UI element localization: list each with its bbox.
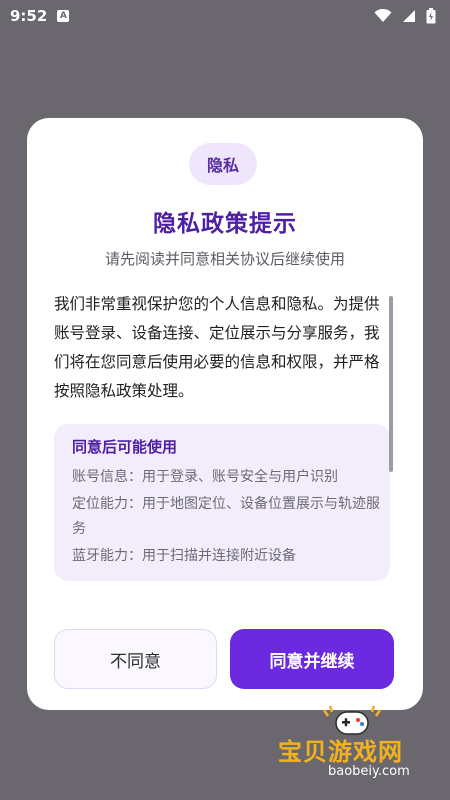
policy-scroll-area[interactable]: 我们非常重视保护您的个人信息和隐私。为提供账号登录、设备连接、定位展示与分享服务… xyxy=(54,290,394,606)
status-time: 9:52 xyxy=(10,7,48,25)
usage-item-location: 定位能力：用于地图定位、设备位置展示与轨迹服务 xyxy=(72,496,380,537)
dialog-subtitle: 请先阅读并同意相关协议后继续使用 xyxy=(104,250,345,268)
usage-title: 同意后可能使用 xyxy=(72,438,178,456)
status-right xyxy=(374,8,436,24)
watermark-logo: 宝贝游戏网 baobeiy.com xyxy=(270,705,440,788)
signal-icon xyxy=(403,10,415,22)
agree-continue-button[interactable]: 同意并继续 xyxy=(230,629,394,689)
disagree-button[interactable]: 不同意 xyxy=(54,629,217,689)
usage-item-account: 账号信息：用于登录、账号安全与用户识别 xyxy=(72,469,338,485)
usage-item-bluetooth: 蓝牙能力：用于扫描并连接附近设备 xyxy=(72,548,296,564)
usage-info-box: 同意后可能使用 账号信息：用于登录、账号安全与用户识别 定位能力：用于地图定位、… xyxy=(54,424,390,581)
dialog-title: 隐私政策提示 xyxy=(153,211,297,237)
status-bar: 9:52 A xyxy=(0,0,450,32)
watermark-text: 宝贝游戏网 xyxy=(278,738,403,766)
policy-intro-text: 我们非常重视保护您的个人信息和隐私。为提供账号登录、设备连接、定位展示与分享服务… xyxy=(54,295,380,400)
scrollbar[interactable] xyxy=(389,296,393,472)
watermark-url: baobeiy.com xyxy=(328,764,410,779)
privacy-badge: 隐私 xyxy=(189,143,257,185)
status-left: 9:52 A xyxy=(10,7,70,25)
notification-a-icon: A xyxy=(57,10,70,22)
privacy-dialog: 隐私 隐私政策提示 请先阅读并同意相关协议后继续使用 我们非常重视保护您的个人信… xyxy=(27,118,423,710)
wifi-icon xyxy=(374,9,392,22)
battery-icon xyxy=(426,8,436,24)
